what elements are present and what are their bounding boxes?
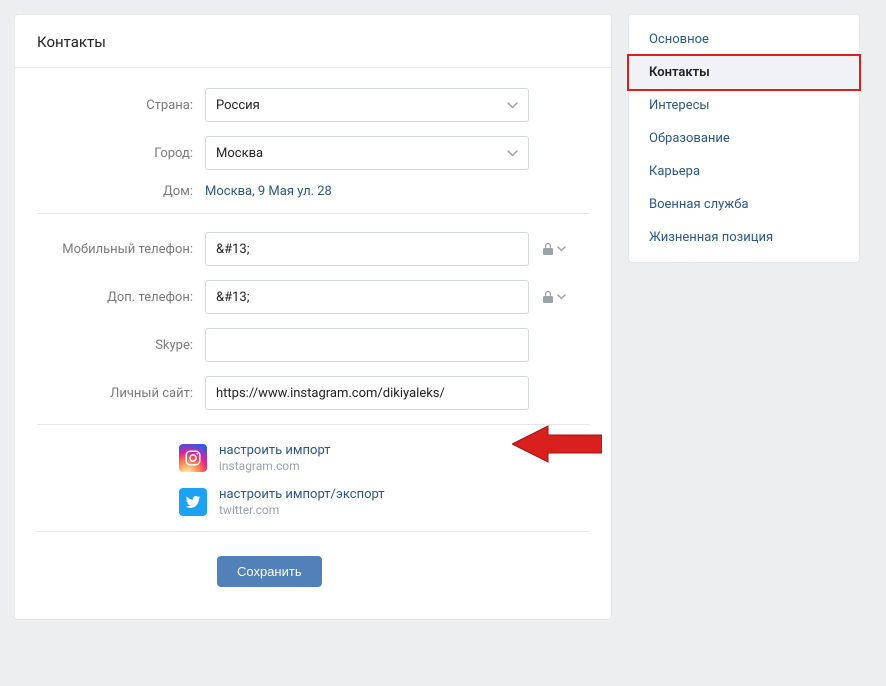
country-row: Страна: Россия [37,88,589,122]
twitter-import-link[interactable]: настроить импорт/экспорт [219,487,385,502]
instagram-import-link[interactable]: настроить импорт [219,443,330,458]
instagram-import-row: настроить импорт instagram.com [179,443,589,473]
home-value-link[interactable]: Москва, 9 Мая ул. 28 [205,184,332,199]
sidebar-item-education[interactable]: Образование [629,122,859,155]
sidebar-item-military[interactable]: Военная служба [629,188,859,221]
lock-icon [543,291,553,303]
twitter-import-row: настроить импорт/экспорт twitter.com [179,487,589,517]
home-label: Дом: [37,184,205,199]
skype-label: Skype: [37,338,205,353]
city-select[interactable]: Москва [205,136,529,170]
mobile-privacy-control[interactable] [543,243,566,255]
mobile-phone-input[interactable] [205,232,529,266]
mobile-phone-label: Мобильный телефон: [37,242,205,257]
instagram-icon [179,444,207,472]
skype-input[interactable] [205,328,529,362]
chevron-down-icon [507,146,518,160]
contacts-panel: Контакты Страна: Россия Город: [14,14,612,620]
section-divider [37,213,589,214]
twitter-domain: twitter.com [219,503,385,517]
alt-phone-input[interactable] [205,280,529,314]
chevron-down-icon [507,98,518,112]
website-input[interactable] [205,376,529,410]
country-value: Россия [216,98,260,113]
lock-icon [543,243,553,255]
skype-row: Skype: [37,328,589,362]
city-label: Город: [37,146,205,161]
website-row: Личный сайт: [37,376,589,410]
panel-title: Контакты [15,15,611,68]
chevron-down-icon [557,246,566,252]
sidebar-item-career[interactable]: Карьера [629,155,859,188]
website-label: Личный сайт: [37,386,205,401]
alt-phone-row: Доп. телефон: [37,280,589,314]
sidebar-item-contacts[interactable]: Контакты [627,54,861,91]
section-divider [37,424,589,425]
country-select[interactable]: Россия [205,88,529,122]
sidebar-item-main[interactable]: Основное [629,23,859,56]
settings-sidebar: Основное Контакты Интересы Образование К… [628,14,860,263]
chevron-down-icon [557,294,566,300]
instagram-domain: instagram.com [219,459,330,473]
mobile-phone-row: Мобильный телефон: [37,232,589,266]
twitter-icon [179,488,207,516]
section-divider [37,531,589,532]
alt-phone-label: Доп. телефон: [37,290,205,305]
city-value: Москва [216,146,263,161]
home-row: Дом: Москва, 9 Мая ул. 28 [37,184,589,199]
city-row: Город: Москва [37,136,589,170]
country-label: Страна: [37,98,205,113]
alt-phone-privacy-control[interactable] [543,291,566,303]
save-button[interactable]: Сохранить [217,556,322,587]
sidebar-item-life-position[interactable]: Жизненная позиция [629,221,859,254]
sidebar-item-interests[interactable]: Интересы [629,89,859,122]
